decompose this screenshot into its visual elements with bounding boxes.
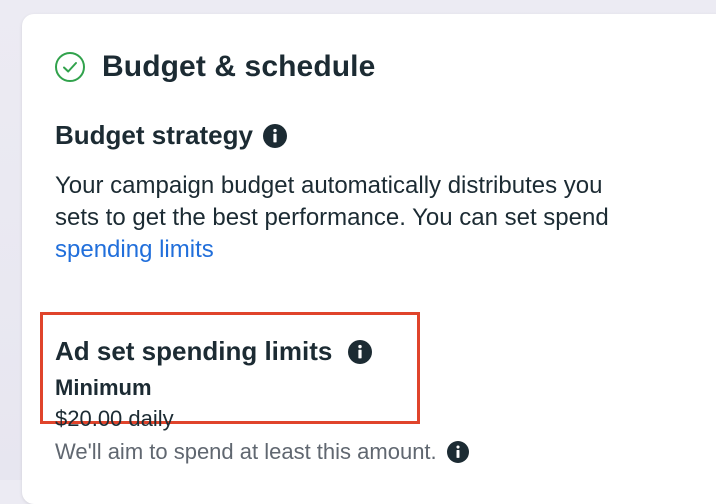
budget-strategy-description: Your campaign budget automatically distr… [55, 170, 716, 266]
minimum-value: $20.00 daily [55, 406, 174, 431]
budget-schedule-card: Budget & schedule Budget strategy Your c… [22, 14, 716, 504]
section-header: Budget & schedule [54, 50, 375, 84]
spending-limits-title: Ad set spending limits [55, 336, 333, 366]
description-line-1: Your campaign budget automatically distr… [55, 172, 603, 199]
spend-hint-text: We'll aim to spend at least this amount. [55, 439, 437, 464]
section-title: Budget & schedule [102, 50, 376, 83]
info-icon[interactable] [348, 339, 373, 364]
spend-hint: We'll aim to spend at least this amount. [55, 439, 469, 465]
check-circle-icon [54, 51, 86, 83]
spending-limits-link[interactable]: spending limits [55, 236, 214, 263]
budget-strategy-title: Budget strategy [55, 120, 253, 150]
info-icon[interactable] [262, 123, 287, 148]
budget-strategy-heading: Budget strategy [55, 120, 287, 151]
description-line-2: sets to get the best performance. You ca… [55, 204, 609, 231]
info-icon[interactable] [446, 441, 469, 463]
minimum-label: Minimum [55, 375, 152, 400]
spending-limits-heading: Ad set spending limits [55, 336, 373, 367]
